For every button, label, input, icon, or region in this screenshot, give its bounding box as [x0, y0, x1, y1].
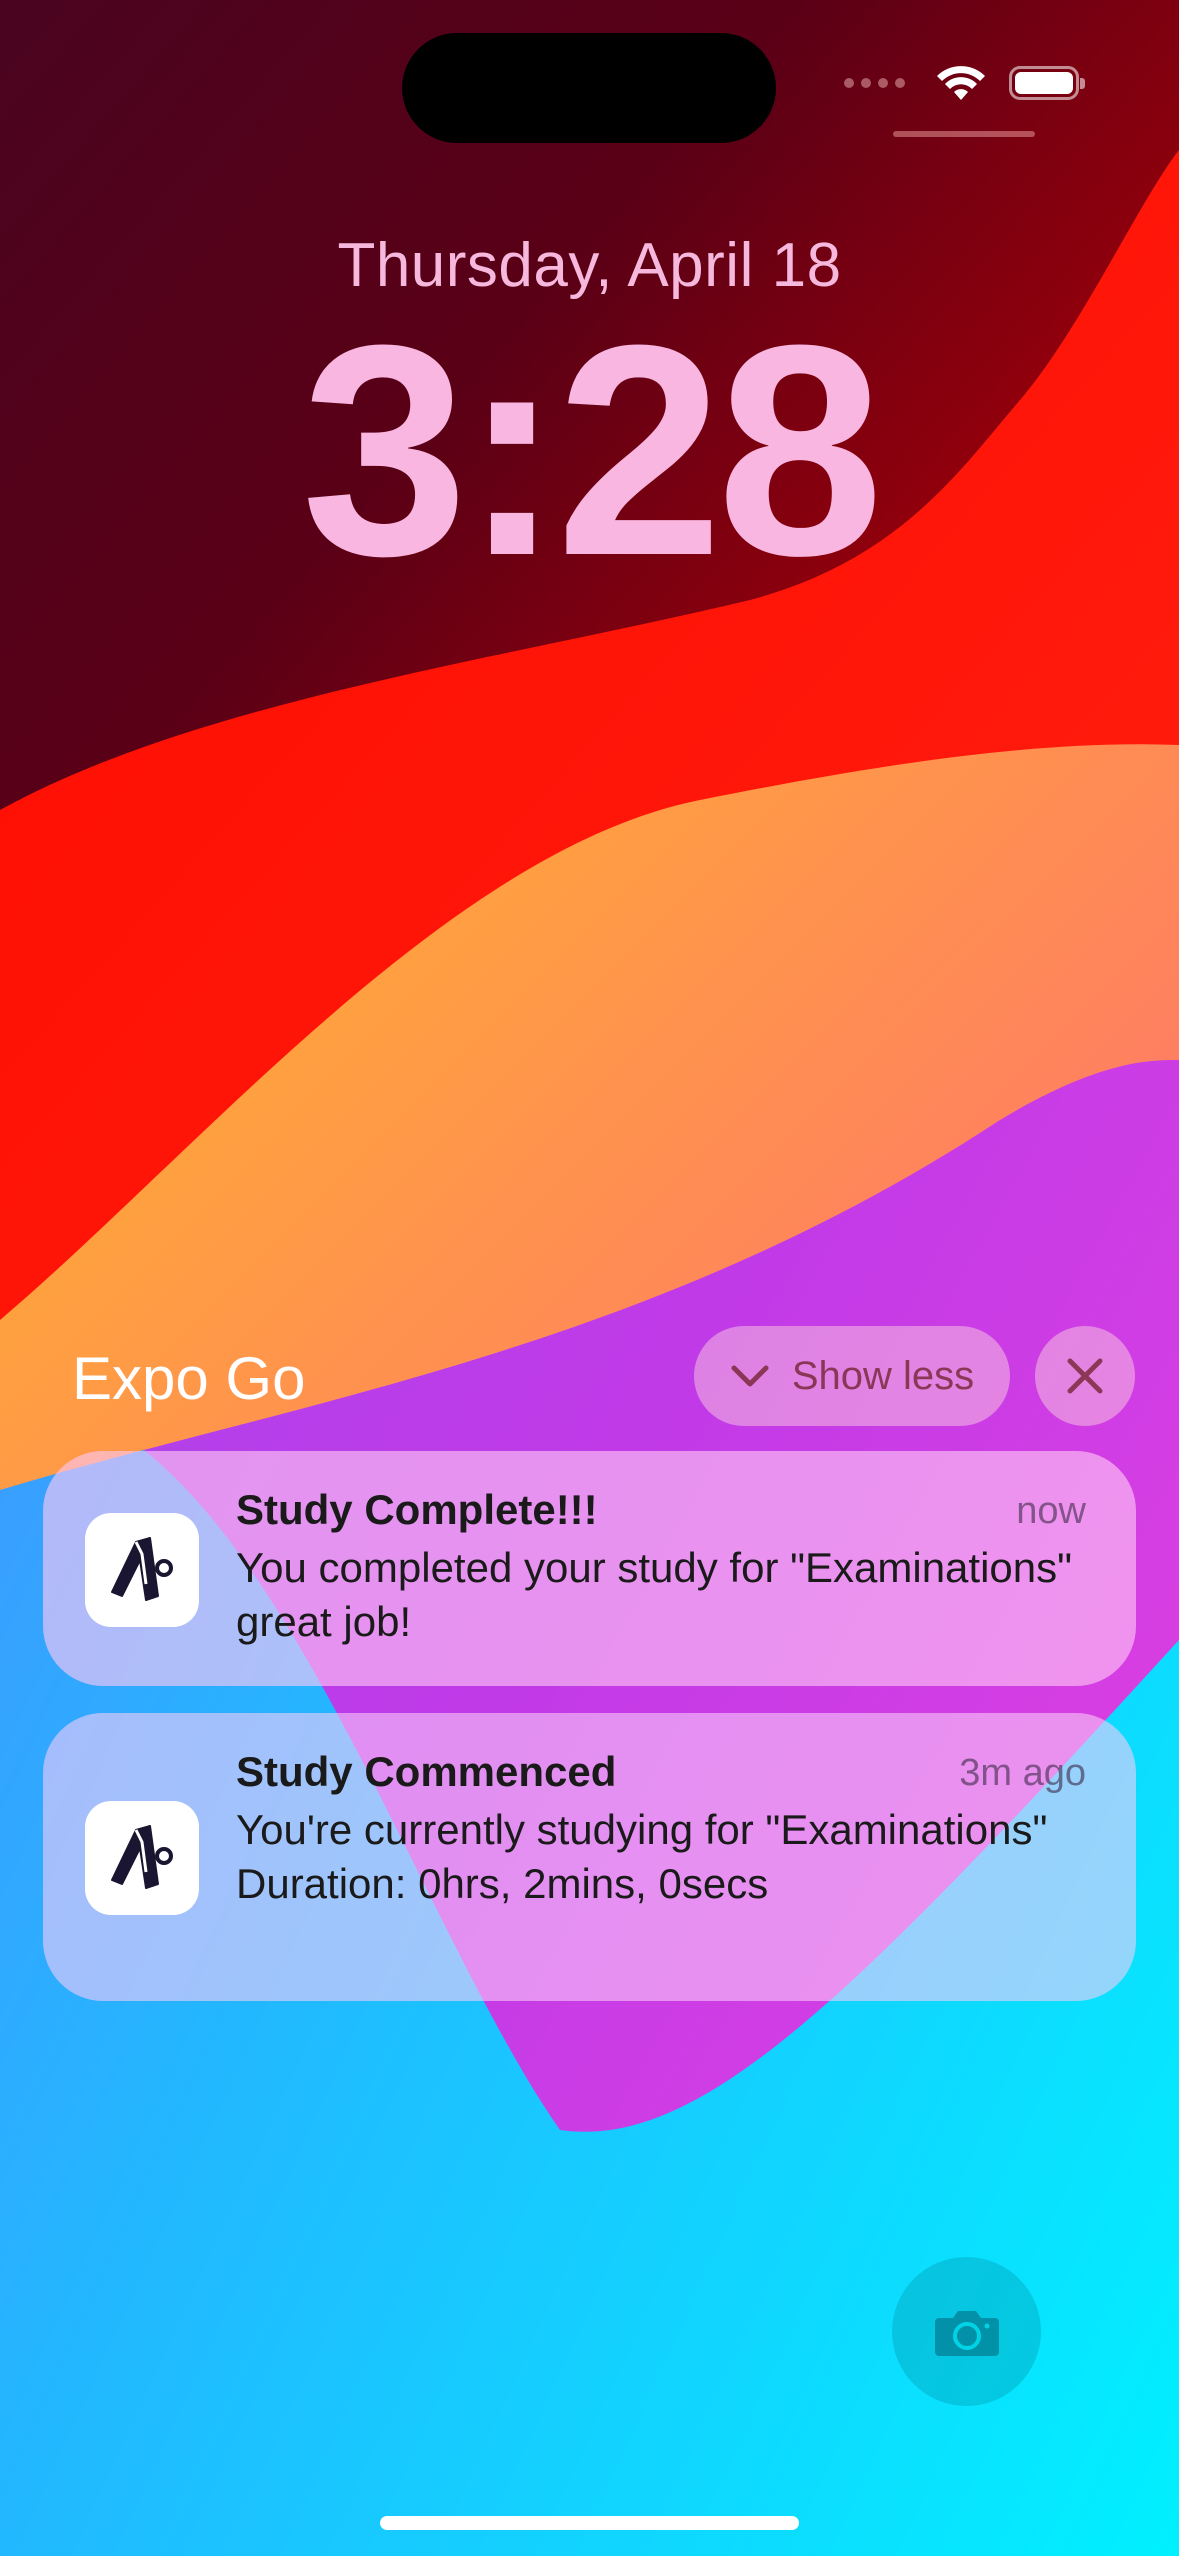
notification-body: You're currently studying for "Examinati… — [236, 1806, 1048, 1907]
wifi-icon — [937, 66, 985, 100]
app-name: Expo Go — [72, 1345, 306, 1412]
notification-study-complete[interactable]: Study Complete!!! now You completed your… — [43, 1451, 1136, 1686]
notification-title: Study Commenced — [236, 1748, 617, 1795]
notification-time: 3m ago — [959, 1752, 1086, 1794]
camera-icon — [934, 2310, 999, 2356]
dynamic-island — [402, 33, 776, 143]
status-indicator-bar — [893, 131, 1035, 137]
app-logo-icon — [85, 1801, 199, 1915]
show-less-label: Show less — [791, 1353, 975, 1398]
close-icon — [1067, 1358, 1103, 1394]
notification-title: Study Complete!!! — [236, 1486, 598, 1533]
battery-icon — [1009, 66, 1085, 100]
clear-notifications-button[interactable] — [1035, 1326, 1135, 1426]
camera-button[interactable] — [892, 2257, 1041, 2406]
home-indicator[interactable] — [380, 2516, 799, 2530]
notification-study-commenced[interactable]: Study Commenced 3m ago You're currently … — [43, 1713, 1136, 2001]
notification-time: now — [1016, 1490, 1086, 1532]
lock-screen-time: 3:28 — [301, 282, 883, 618]
notification-group-header: Expo Go Show less — [0, 1326, 1179, 1426]
status-bar — [844, 64, 1085, 102]
show-less-button[interactable]: Show less — [694, 1326, 1010, 1426]
app-logo-icon — [85, 1513, 199, 1627]
lock-screen: Thursday, April 18 3:28 Expo Go Show les… — [0, 0, 1179, 2556]
chevron-down-icon — [731, 1365, 769, 1387]
notification-body: You completed your study for "Examinatio… — [236, 1544, 1073, 1645]
cellular-signal-icon — [844, 78, 905, 88]
